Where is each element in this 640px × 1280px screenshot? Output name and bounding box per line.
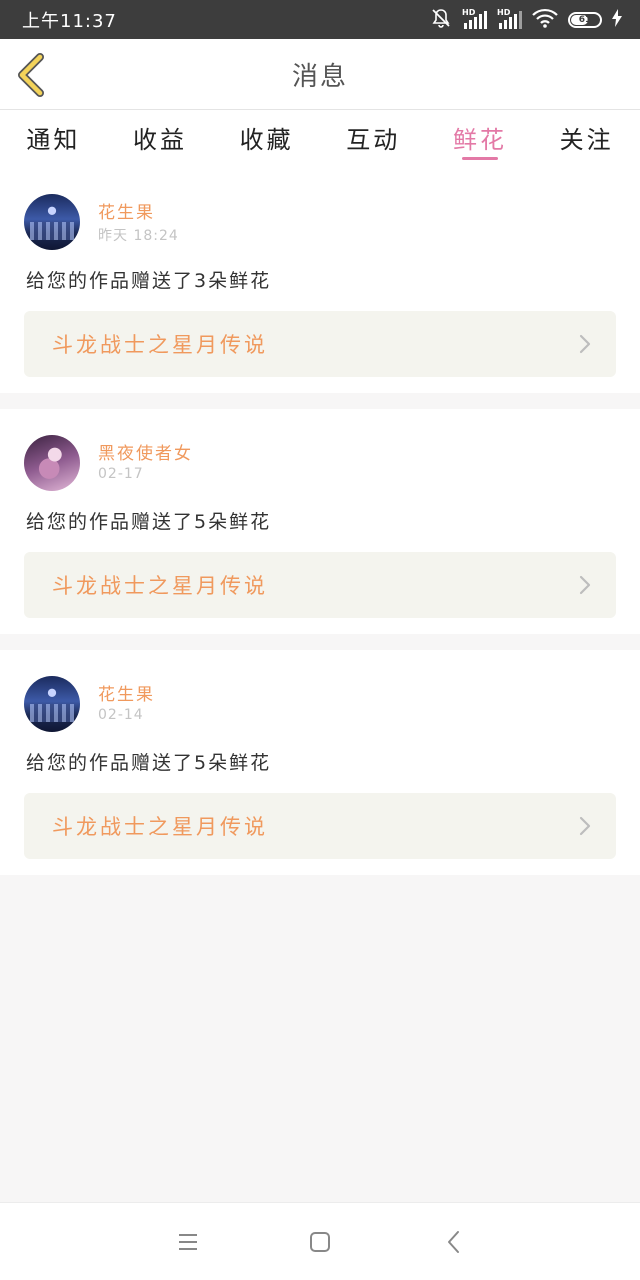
- work-link[interactable]: 斗龙战士之星月传说: [24, 552, 616, 618]
- user-name[interactable]: 黑夜使者女: [98, 439, 193, 464]
- tab-earnings[interactable]: 收益: [129, 120, 191, 160]
- list-item: 花生果 02-14 给您的作品赠送了5朵鲜花 斗龙战士之星月传说: [0, 650, 640, 875]
- message-time: 昨天 18:24: [98, 228, 179, 244]
- tab-label: 鲜花: [452, 126, 507, 154]
- work-title: 斗龙战士之星月传说: [52, 815, 268, 839]
- work-link[interactable]: 斗龙战士之星月传说: [24, 793, 616, 859]
- work-title: 斗龙战士之星月传说: [52, 333, 268, 357]
- tab-label: 收藏: [239, 126, 294, 154]
- tab-label: 互动: [346, 126, 401, 154]
- mute-bell-icon: [430, 7, 452, 33]
- page-title: 消息: [291, 61, 348, 92]
- chevron-right-icon: [579, 334, 591, 354]
- back-icon: [448, 1231, 459, 1253]
- tab-flowers[interactable]: 鲜花: [449, 120, 511, 160]
- tab-label: 通知: [26, 126, 81, 154]
- status-time: 上午11:37: [22, 10, 117, 32]
- message-list: 花生果 昨天 18:24 给您的作品赠送了3朵鲜花 斗龙战士之星月传说 黑夜使者…: [0, 168, 640, 891]
- hd-badge: HD: [462, 7, 476, 17]
- signal-icon: HD: [497, 7, 522, 29]
- status-icons: HD HD 61: [430, 7, 622, 33]
- back-button[interactable]: [14, 53, 54, 97]
- battery-level: 61: [578, 14, 592, 25]
- message-text: 给您的作品赠送了3朵鲜花: [26, 270, 272, 292]
- tab-interactions[interactable]: 互动: [342, 120, 404, 160]
- menu-button[interactable]: [175, 1229, 201, 1255]
- avatar[interactable]: [24, 435, 80, 491]
- message-text: 给您的作品赠送了5朵鲜花: [26, 511, 272, 533]
- tab-following[interactable]: 关注: [556, 120, 618, 160]
- tab-label: 收益: [132, 126, 187, 154]
- avatar[interactable]: [24, 676, 80, 732]
- work-link[interactable]: 斗龙战士之星月传说: [24, 311, 616, 377]
- wifi-icon: [532, 8, 558, 32]
- home-button[interactable]: [307, 1229, 333, 1255]
- signal-icon: HD: [462, 7, 487, 29]
- header: 消息: [0, 39, 640, 110]
- active-tab-indicator: [461, 157, 498, 160]
- message-time: 02-17: [98, 466, 144, 482]
- avatar[interactable]: [24, 194, 80, 250]
- tab-bar: 通知 收益 收藏 互动 鲜花 关注: [0, 110, 640, 168]
- list-item: 花生果 昨天 18:24 给您的作品赠送了3朵鲜花 斗龙战士之星月传说: [0, 168, 640, 393]
- tab-notifications[interactable]: 通知: [22, 120, 84, 160]
- tab-label: 关注: [559, 126, 614, 154]
- work-title: 斗龙战士之星月传说: [52, 574, 268, 598]
- home-icon: [310, 1232, 330, 1252]
- menu-icon: [179, 1234, 197, 1250]
- message-text: 给您的作品赠送了5朵鲜花: [26, 752, 272, 774]
- system-nav-bar: [0, 1202, 640, 1280]
- nav-back-button[interactable]: [441, 1229, 467, 1255]
- message-time: 02-14: [98, 707, 144, 723]
- status-bar: 上午11:37 HD HD 61: [0, 0, 640, 39]
- chevron-right-icon: [579, 816, 591, 836]
- chevron-right-icon: [579, 575, 591, 595]
- charging-icon: [612, 8, 622, 31]
- list-item: 黑夜使者女 02-17 给您的作品赠送了5朵鲜花 斗龙战士之星月传说: [0, 409, 640, 634]
- hd-badge: HD: [497, 7, 511, 17]
- tab-favorites[interactable]: 收藏: [236, 120, 298, 160]
- user-name[interactable]: 花生果: [98, 198, 155, 223]
- chevron-left-icon: [14, 53, 54, 101]
- battery-icon: 61: [568, 11, 602, 28]
- user-name[interactable]: 花生果: [98, 680, 155, 705]
